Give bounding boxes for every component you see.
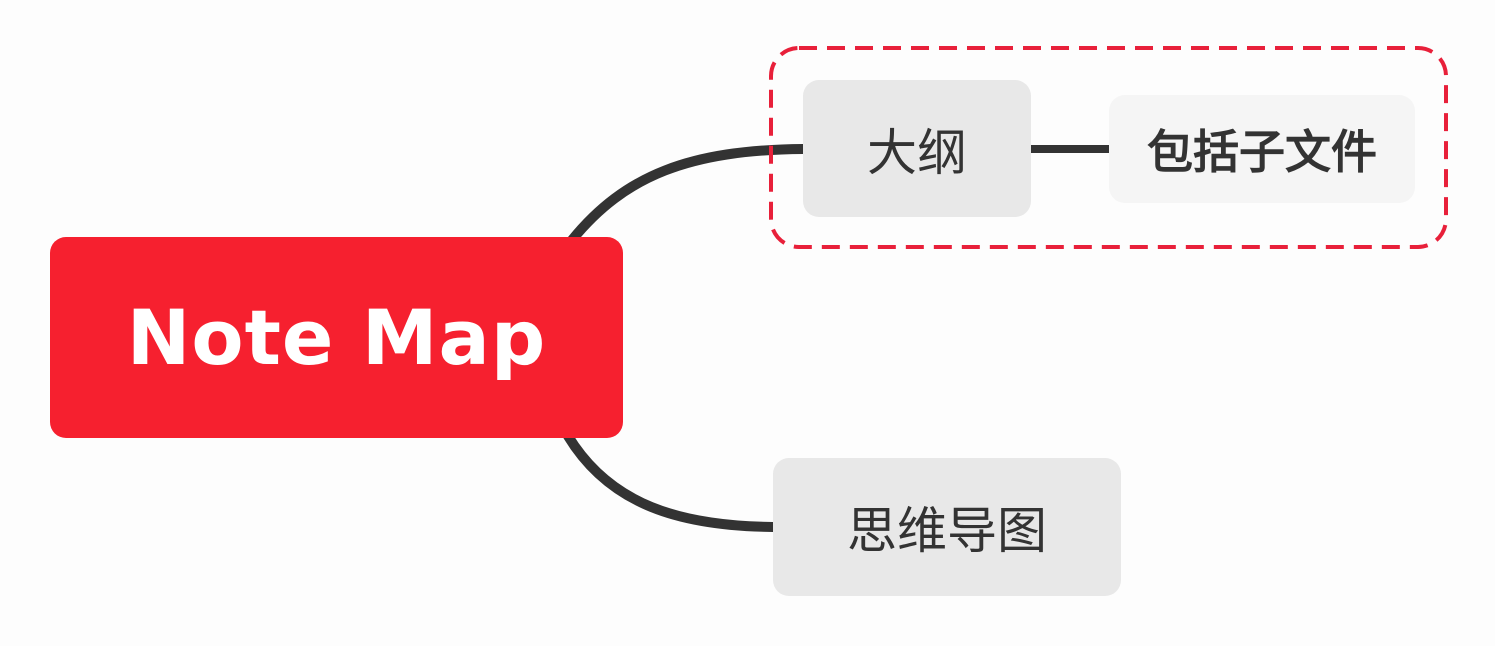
- subtopic-include-subfiles-label: 包括子文件: [1147, 125, 1377, 179]
- topic-outline-label: 大纲: [867, 123, 967, 182]
- topic-mindmap-label: 思维导图: [847, 502, 1047, 560]
- connector-root-to-outline: [567, 144, 808, 245]
- root-topic[interactable]: Note Map: [50, 237, 623, 438]
- topic-outline[interactable]: 大纲: [803, 80, 1031, 217]
- root-topic-label: Note Map: [126, 293, 547, 382]
- topic-mindmap[interactable]: 思维导图: [773, 458, 1121, 596]
- subtopic-include-subfiles[interactable]: 包括子文件: [1109, 95, 1415, 203]
- connector-root-to-mindmap: [563, 431, 778, 532]
